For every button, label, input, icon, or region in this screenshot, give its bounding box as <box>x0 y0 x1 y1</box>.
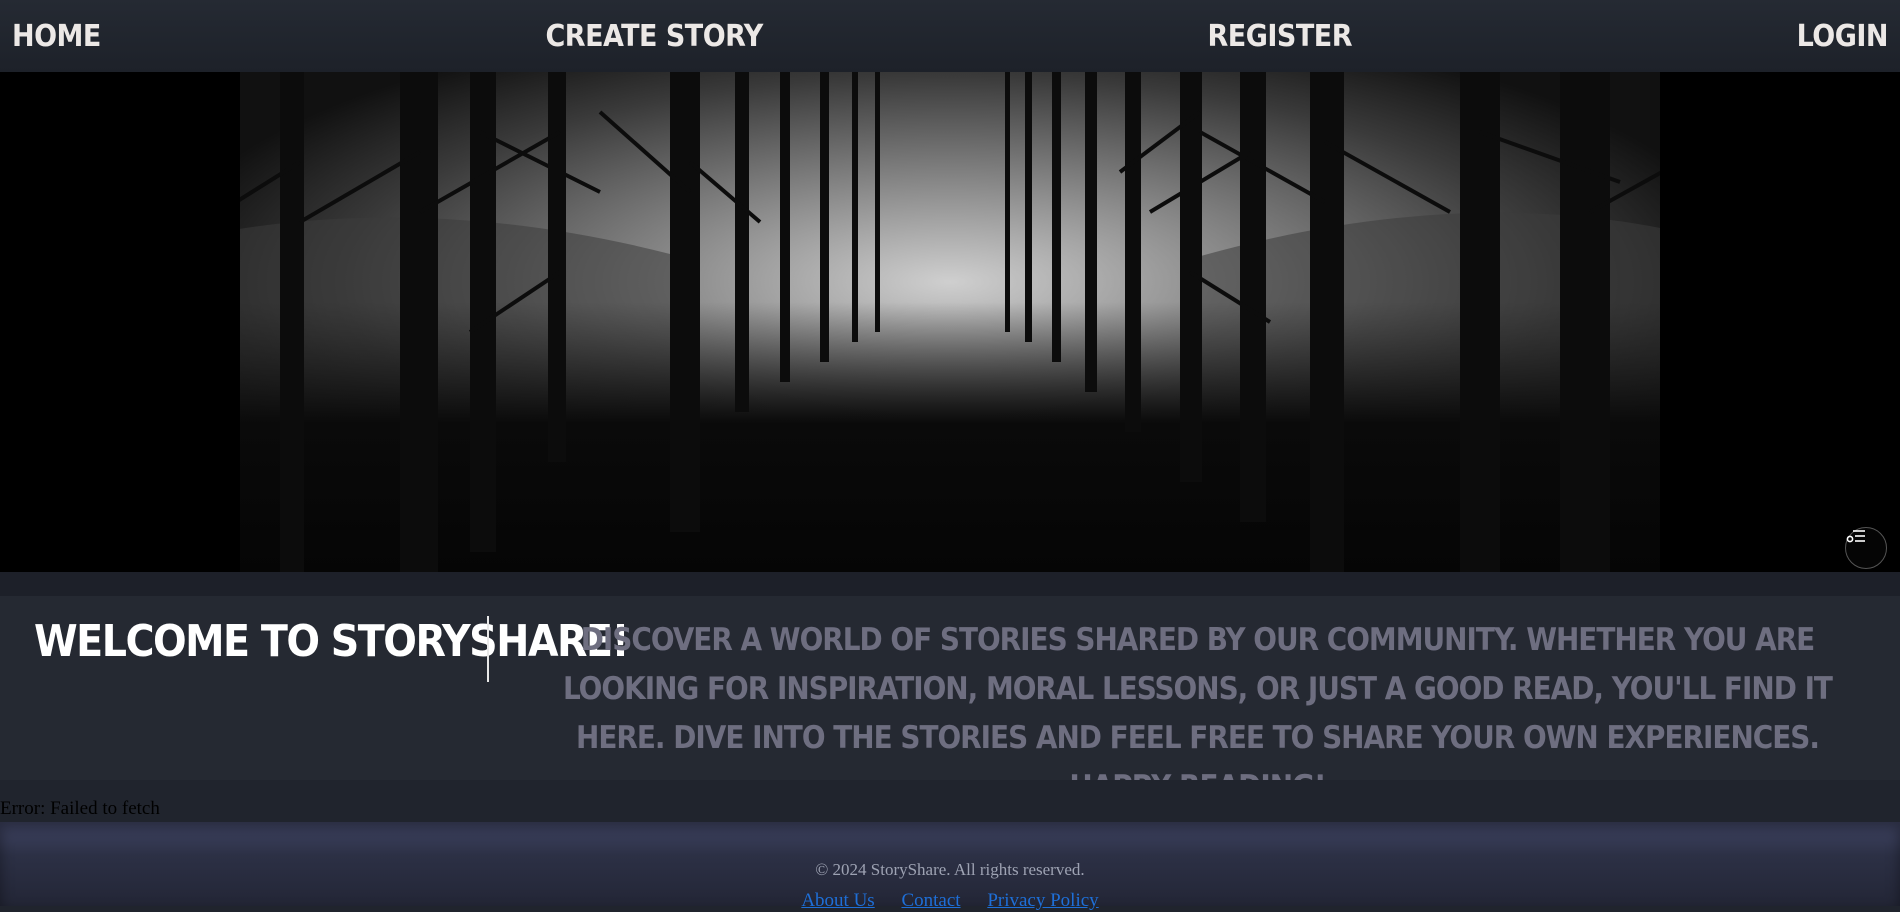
footer-links: About Us Contact Privacy Policy <box>0 890 1900 912</box>
hero-menu-button[interactable] <box>1845 527 1887 569</box>
welcome-title: WELCOME TO STORYSHARE! <box>34 616 630 667</box>
footer-privacy-link[interactable]: Privacy Policy <box>987 890 1098 911</box>
footer-copyright: © 2024 StoryShare. All rights reserved. <box>815 860 1085 879</box>
footer-contact-link[interactable]: Contact <box>901 890 960 911</box>
error-message: Error: Failed to fetch <box>0 798 160 819</box>
footer: © 2024 StoryShare. All rights reserved. … <box>0 822 1900 911</box>
filter-list-icon <box>1846 530 1865 543</box>
hero-banner <box>0 72 1900 572</box>
nav-create-story-link[interactable]: CREATE STORY <box>546 19 764 54</box>
welcome-section: WELCOME TO STORYSHARE! DISCOVER A WORLD … <box>0 596 1900 805</box>
footer-about-link[interactable]: About Us <box>801 890 874 911</box>
content-area <box>0 780 1900 822</box>
hero-forest-image <box>0 72 1900 572</box>
top-nav: HOME CREATE STORY REGISTER LOGIN <box>0 0 1900 72</box>
section-spacer <box>0 572 1900 596</box>
nav-login-link[interactable]: LOGIN <box>1797 19 1889 54</box>
nav-register-link[interactable]: REGISTER <box>1207 19 1352 54</box>
welcome-divider <box>487 616 489 682</box>
nav-home-link[interactable]: HOME <box>12 19 101 54</box>
